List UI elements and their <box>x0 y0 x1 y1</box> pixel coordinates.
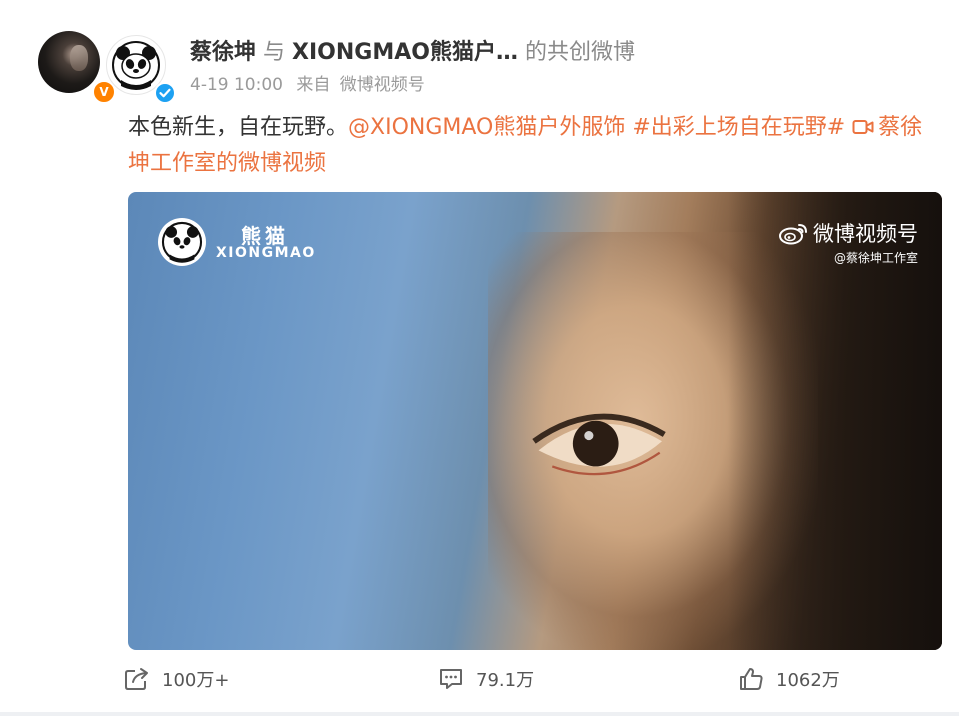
coauthor-name[interactable]: XIONGMAO熊猫户… <box>292 40 518 65</box>
post-time[interactable]: 4-19 10:00 <box>190 75 283 95</box>
post-text: 本色新生，自在玩野。@XIONGMAO熊猫户外服饰 #出彩上场自在玩野# 蔡徐坤… <box>128 110 940 182</box>
post-authors-line: 蔡徐坤 与 XIONGMAO熊猫户… 的共创微博 <box>190 34 635 66</box>
watermark-subtitle: @蔡徐坤工作室 <box>833 251 918 265</box>
watermark-title: 微博视频号 <box>813 222 918 246</box>
post-meta: 4-19 10:00 来自 微博视频号 <box>190 70 433 95</box>
authors-connector: 与 <box>263 40 286 65</box>
comment-icon <box>440 669 462 689</box>
like-icon <box>740 668 763 690</box>
source-prefix: 来自 <box>296 75 331 95</box>
avatar-face-shape <box>70 45 88 71</box>
video-camera-icon <box>852 120 874 134</box>
video-frame-eye <box>532 413 666 476</box>
weibo-post-card: V 蔡徐坤 与 XIONGMAO熊猫户… 的共创微博 4-19 10:00 来自… <box>0 0 959 712</box>
co-creation-suffix: 的共创微博 <box>524 40 635 65</box>
like-count: 1062万 <box>776 670 840 691</box>
share-count: 100万+ <box>162 670 230 691</box>
verified-blue-badge-icon <box>154 82 176 104</box>
xiongmao-logo-icon <box>158 218 206 266</box>
author-name[interactable]: 蔡徐坤 <box>190 40 256 65</box>
post-text-plain: 本色新生，自在玩野。 <box>128 115 349 140</box>
weibo-video-watermark: 微博视频号 <box>779 218 918 248</box>
comment-button[interactable]: 79.1万 <box>438 666 534 692</box>
author-avatar[interactable] <box>38 31 100 93</box>
share-icon <box>125 668 148 690</box>
like-button[interactable]: 1062万 <box>738 666 840 692</box>
weibo-logo-icon <box>779 224 807 245</box>
video-player[interactable]: 熊猫 XIONGMAO 微博视频号 @蔡徐坤工作室 <box>128 192 942 650</box>
comment-count: 79.1万 <box>476 670 535 691</box>
share-button[interactable]: 100万+ <box>124 666 229 692</box>
hashtag-link[interactable]: #出彩上场自在玩野# <box>632 115 845 140</box>
post-source[interactable]: 微博视频号 <box>340 75 425 95</box>
brand-name-en: XIONGMAO <box>216 245 316 261</box>
mention-link[interactable]: @XIONGMAO熊猫户外服饰 <box>348 115 625 140</box>
post-actions-bar: 100万+ 79.1万 1062万 <box>0 658 959 704</box>
